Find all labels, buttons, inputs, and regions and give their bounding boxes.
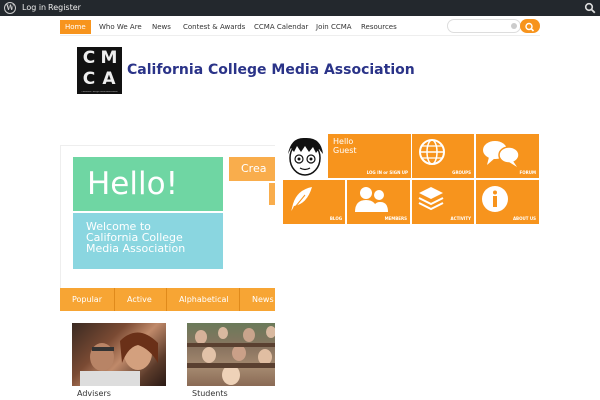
login-link[interactable]: Log in (22, 3, 46, 12)
greeting-line: Guest (333, 146, 357, 155)
activity-label: ACTIVITY (450, 216, 471, 221)
advisers-photo-art (80, 332, 158, 386)
greeting-tile[interactable]: Hello Guest LOG IN or SIGN UP (283, 134, 411, 178)
page: W Log in Register Home Who We Are News C… (0, 0, 600, 400)
welcome-slide-text: Welcome to California College Media Asso… (73, 213, 223, 269)
search-button[interactable] (520, 19, 540, 33)
logo-letter: A (102, 69, 116, 89)
search-icon[interactable] (584, 2, 596, 14)
logo-letter: M (100, 48, 118, 68)
next-slide-preview: Crea (229, 157, 275, 181)
advisers-card[interactable]: Advisers (72, 323, 167, 400)
content-tabs: Popular Active Alphabetical News (60, 288, 275, 311)
blog-tile[interactable]: BLOG (283, 180, 345, 224)
activity-tile[interactable]: ACTIVITY (412, 180, 474, 224)
nav-item-join-ccma[interactable]: Join CCMA (316, 20, 352, 34)
students-photo[interactable] (187, 323, 275, 386)
tab-news[interactable]: News (240, 288, 275, 311)
layers-icon (418, 187, 444, 211)
tab-popular[interactable]: Popular (60, 288, 115, 311)
logo-tagline: California College Media Association (81, 91, 118, 93)
avatar (283, 134, 328, 178)
nav-item-ccma-calendar[interactable]: CCMA Calendar (254, 20, 308, 34)
forum-label: FORUM (519, 170, 536, 175)
logo-letter: C (82, 48, 96, 68)
about-us-label: ABOUT US (512, 216, 536, 221)
nav-item-resources[interactable]: Resources (361, 20, 397, 34)
greeting-line: Hello (333, 137, 354, 146)
advisers-caption[interactable]: Advisers (72, 389, 111, 398)
hello-slide-title: Hello! (73, 157, 223, 211)
nav-item-contest-awards[interactable]: Contest & Awards (183, 20, 245, 34)
nav-item-who-we-are[interactable]: Who We Are (99, 20, 142, 34)
members-tile[interactable]: MEMBERS (347, 180, 410, 224)
main-nav: Home Who We Are News Contest & Awards CC… (60, 19, 540, 36)
users-icon (355, 187, 388, 212)
admin-bar: W Log in Register (0, 0, 600, 16)
chat-bubbles-icon (483, 141, 520, 167)
about-us-tile[interactable]: ABOUT US (476, 180, 539, 224)
wordpress-icon[interactable]: W (4, 2, 16, 14)
tab-alphabetical[interactable]: Alphabetical (167, 288, 240, 311)
register-link[interactable]: Register (48, 3, 81, 12)
feather-icon (290, 187, 312, 213)
login-signup-link[interactable]: LOG IN or SIGN UP (367, 170, 408, 175)
globe-icon (419, 139, 445, 165)
advisers-photo[interactable] (72, 323, 166, 386)
forum-tile[interactable]: FORUM (476, 134, 539, 178)
nav-item-home[interactable]: Home (60, 20, 91, 34)
tab-active[interactable]: Active (115, 288, 167, 311)
site-title[interactable]: California College Media Association (127, 62, 415, 78)
logo-letter: C (82, 69, 96, 89)
groups-tile[interactable]: GROUPS (412, 134, 474, 178)
site-logo[interactable]: C M C A California College Media Associa… (77, 47, 122, 94)
info-icon (482, 186, 508, 212)
greeting-text: Hello Guest (333, 137, 357, 155)
blog-label: BLOG (329, 216, 342, 221)
students-photo-art (187, 326, 275, 385)
groups-label: GROUPS (452, 170, 471, 175)
nav-item-news[interactable]: News (152, 20, 171, 34)
students-card[interactable]: Students (187, 323, 275, 400)
welcome-line: Media Association (86, 242, 186, 255)
search-input[interactable] (447, 19, 521, 33)
search-icon (525, 22, 535, 32)
clear-icon[interactable] (511, 23, 517, 29)
next-slide-bar (269, 183, 275, 205)
students-caption[interactable]: Students (187, 389, 228, 398)
avatar-icon (288, 137, 323, 176)
members-label: MEMBERS (384, 216, 407, 221)
hero-slider[interactable]: Hello! Welcome to California College Med… (60, 145, 275, 290)
